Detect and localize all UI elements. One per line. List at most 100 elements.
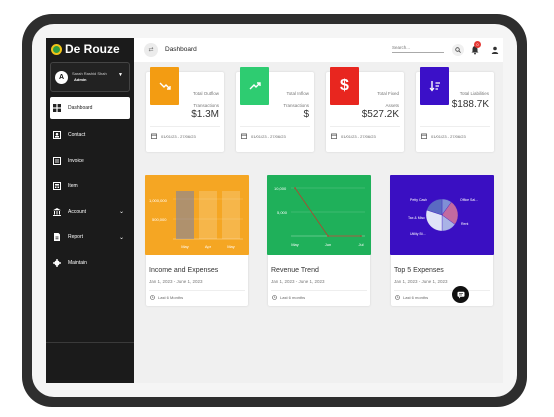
pie-label: Rent — [461, 222, 468, 226]
logo-mark-icon — [51, 43, 62, 55]
bar — [222, 191, 240, 239]
x-tick-label: May — [291, 242, 299, 247]
sidebar-divider — [46, 342, 134, 343]
chart-card-income-expenses[interactable]: 1,000,000 500,000 May Apr May Income and… — [145, 175, 249, 306]
stat-value: $ — [303, 109, 309, 120]
user-name: Sarah Rashid Shah — [72, 71, 107, 76]
sidebar-item-label: Account — [68, 208, 87, 215]
search-button[interactable] — [452, 44, 464, 56]
chart-footer: Last 6 months — [272, 295, 305, 300]
x-tick-label: Apr — [205, 244, 212, 249]
sidebar-item-label: Item — [68, 183, 78, 190]
y-tick-label: 500,000 — [152, 217, 167, 222]
x-tick-label: May — [227, 244, 235, 249]
chart-card-top-expenses[interactable]: Petty Cash Office Sal... Tax & Misc Rent… — [390, 175, 494, 306]
stat-value: $527.2K — [361, 109, 399, 120]
sidebar-item-label: Contact — [68, 132, 86, 139]
chat-icon — [457, 291, 464, 298]
clock-icon — [272, 295, 277, 300]
bar — [199, 191, 217, 239]
avatar: A — [55, 71, 68, 84]
app-name: De Rouze — [65, 42, 120, 56]
calendar-icon — [151, 133, 157, 139]
chevron-down-icon: ⌄ — [118, 234, 124, 241]
data-point — [294, 187, 296, 189]
divider — [149, 290, 245, 291]
income-expenses-chart: 1,000,000 500,000 May Apr May — [145, 175, 249, 255]
sidebar: De Rouze A Sarah Rashid Shah Admin ▼ Das… — [46, 38, 134, 383]
caret-down-icon: ▼ — [118, 72, 123, 78]
stat-label: Total Inflow Transactions — [283, 91, 309, 108]
search-icon — [455, 47, 461, 53]
stat-value: $188.7K — [451, 99, 489, 110]
chart-title: Income and Expenses — [149, 267, 219, 274]
sidebar-item-label: Maintain — [68, 259, 87, 266]
contact-icon — [53, 131, 61, 140]
chart-subtitle: Jan 1, 2023 - June 1, 2023 — [394, 279, 448, 284]
chevron-down-icon: ⌄ — [118, 209, 124, 216]
sidebar-item-item[interactable]: Item — [46, 174, 134, 200]
sidebar-item-report[interactable]: Report ⌄ — [46, 225, 134, 251]
sidebar-item-dashboard[interactable]: Dashboard — [50, 97, 130, 119]
tablet-frame: De Rouze A Sarah Rashid Shah Admin ▼ Das… — [32, 24, 517, 397]
x-tick-label: Jun — [325, 242, 331, 247]
sidebar-item-label: Invoice — [68, 157, 84, 164]
user-icon[interactable] — [491, 46, 499, 54]
sidebar-nav: Dashboard Contact Invoice Item Account ⌄… — [46, 97, 134, 276]
app-screen: De Rouze A Sarah Rashid Shah Admin ▼ Das… — [46, 38, 503, 383]
chart-title: Revenue Trend — [271, 267, 319, 274]
bar — [176, 191, 194, 239]
pie-label: Tax & Misc — [408, 216, 425, 220]
sidebar-item-invoice[interactable]: Invoice — [46, 148, 134, 174]
y-tick-label: 1,000,000 — [149, 198, 168, 203]
sidebar-item-account[interactable]: Account ⌄ — [46, 199, 134, 225]
stat-card-inflow[interactable]: Total Inflow Transactions $ 01/01/23 - 27… — [236, 67, 314, 152]
user-menu[interactable]: A Sarah Rashid Shah Admin ▼ — [50, 62, 130, 92]
brand-logo[interactable]: De Rouze — [51, 41, 120, 57]
divider — [394, 290, 490, 291]
divider — [330, 126, 400, 127]
clock-icon — [150, 295, 155, 300]
data-point — [360, 235, 362, 237]
invoice-icon — [53, 156, 61, 165]
user-role: Admin — [74, 77, 87, 82]
bank-icon — [53, 207, 61, 216]
calendar-icon — [241, 133, 247, 139]
stat-card-outflow[interactable]: Total Outflow Transactions $1.3M 01/01/23… — [146, 67, 224, 152]
notification-badge: 0 — [474, 41, 481, 48]
chart-subtitle: Jan 1, 2023 - June 1, 2023 — [149, 279, 203, 284]
divider — [150, 126, 220, 127]
revenue-trend-chart: 10,000 5,000 May Jun Jul — [267, 175, 371, 255]
stat-card-liabilities[interactable]: Total Liabilities $188.7K 01/01/23 - 27/… — [416, 67, 494, 152]
pie-label: Utility Bi... — [410, 232, 426, 236]
chart-footer: Last 6 Months — [150, 295, 183, 300]
divider — [420, 126, 490, 127]
gear-icon — [53, 258, 61, 267]
stat-date: 01/01/23 - 27/06/23 — [151, 133, 196, 139]
chart-card-revenue-trend[interactable]: 10,000 5,000 May Jun Jul Revenue Trend J… — [267, 175, 371, 306]
clock-icon — [395, 295, 400, 300]
chart-footer: Last 6 months — [395, 295, 428, 300]
tablet-bezel: De Rouze A Sarah Rashid Shah Admin ▼ Das… — [22, 14, 527, 407]
stat-date: 01/01/23 - 27/06/23 — [241, 133, 286, 139]
x-tick-label: Jul — [358, 242, 363, 247]
sidebar-item-label: Dashboard — [68, 105, 93, 111]
sidebar-item-contact[interactable]: Contact — [46, 123, 134, 149]
menu-toggle-button[interactable]: ⇄ — [144, 43, 158, 57]
chat-button[interactable] — [452, 286, 469, 303]
stat-card-fixed-assets[interactable]: $ Total Fixed Assets $527.2K 01/01/23 - 2… — [326, 67, 404, 152]
search-input[interactable]: Search... — [392, 43, 444, 53]
chart-title: Top 5 Expenses — [394, 267, 444, 274]
top-bar: ⇄ Dashboard Search... 0 — [134, 38, 503, 62]
calendar-icon — [421, 133, 427, 139]
item-icon — [53, 182, 61, 191]
chart-subtitle: Jan 1, 2023 - June 1, 2023 — [271, 279, 325, 284]
pie-label: Office Sal... — [460, 198, 478, 202]
stat-date: 01/01/23 - 27/06/23 — [421, 133, 466, 139]
sidebar-item-maintain[interactable]: Maintain — [46, 250, 134, 276]
x-tick-label: May — [181, 244, 189, 249]
pie-label: Petty Cash — [410, 198, 427, 202]
divider — [271, 290, 367, 291]
calendar-icon — [331, 133, 337, 139]
y-tick-label: 10,000 — [274, 186, 287, 191]
